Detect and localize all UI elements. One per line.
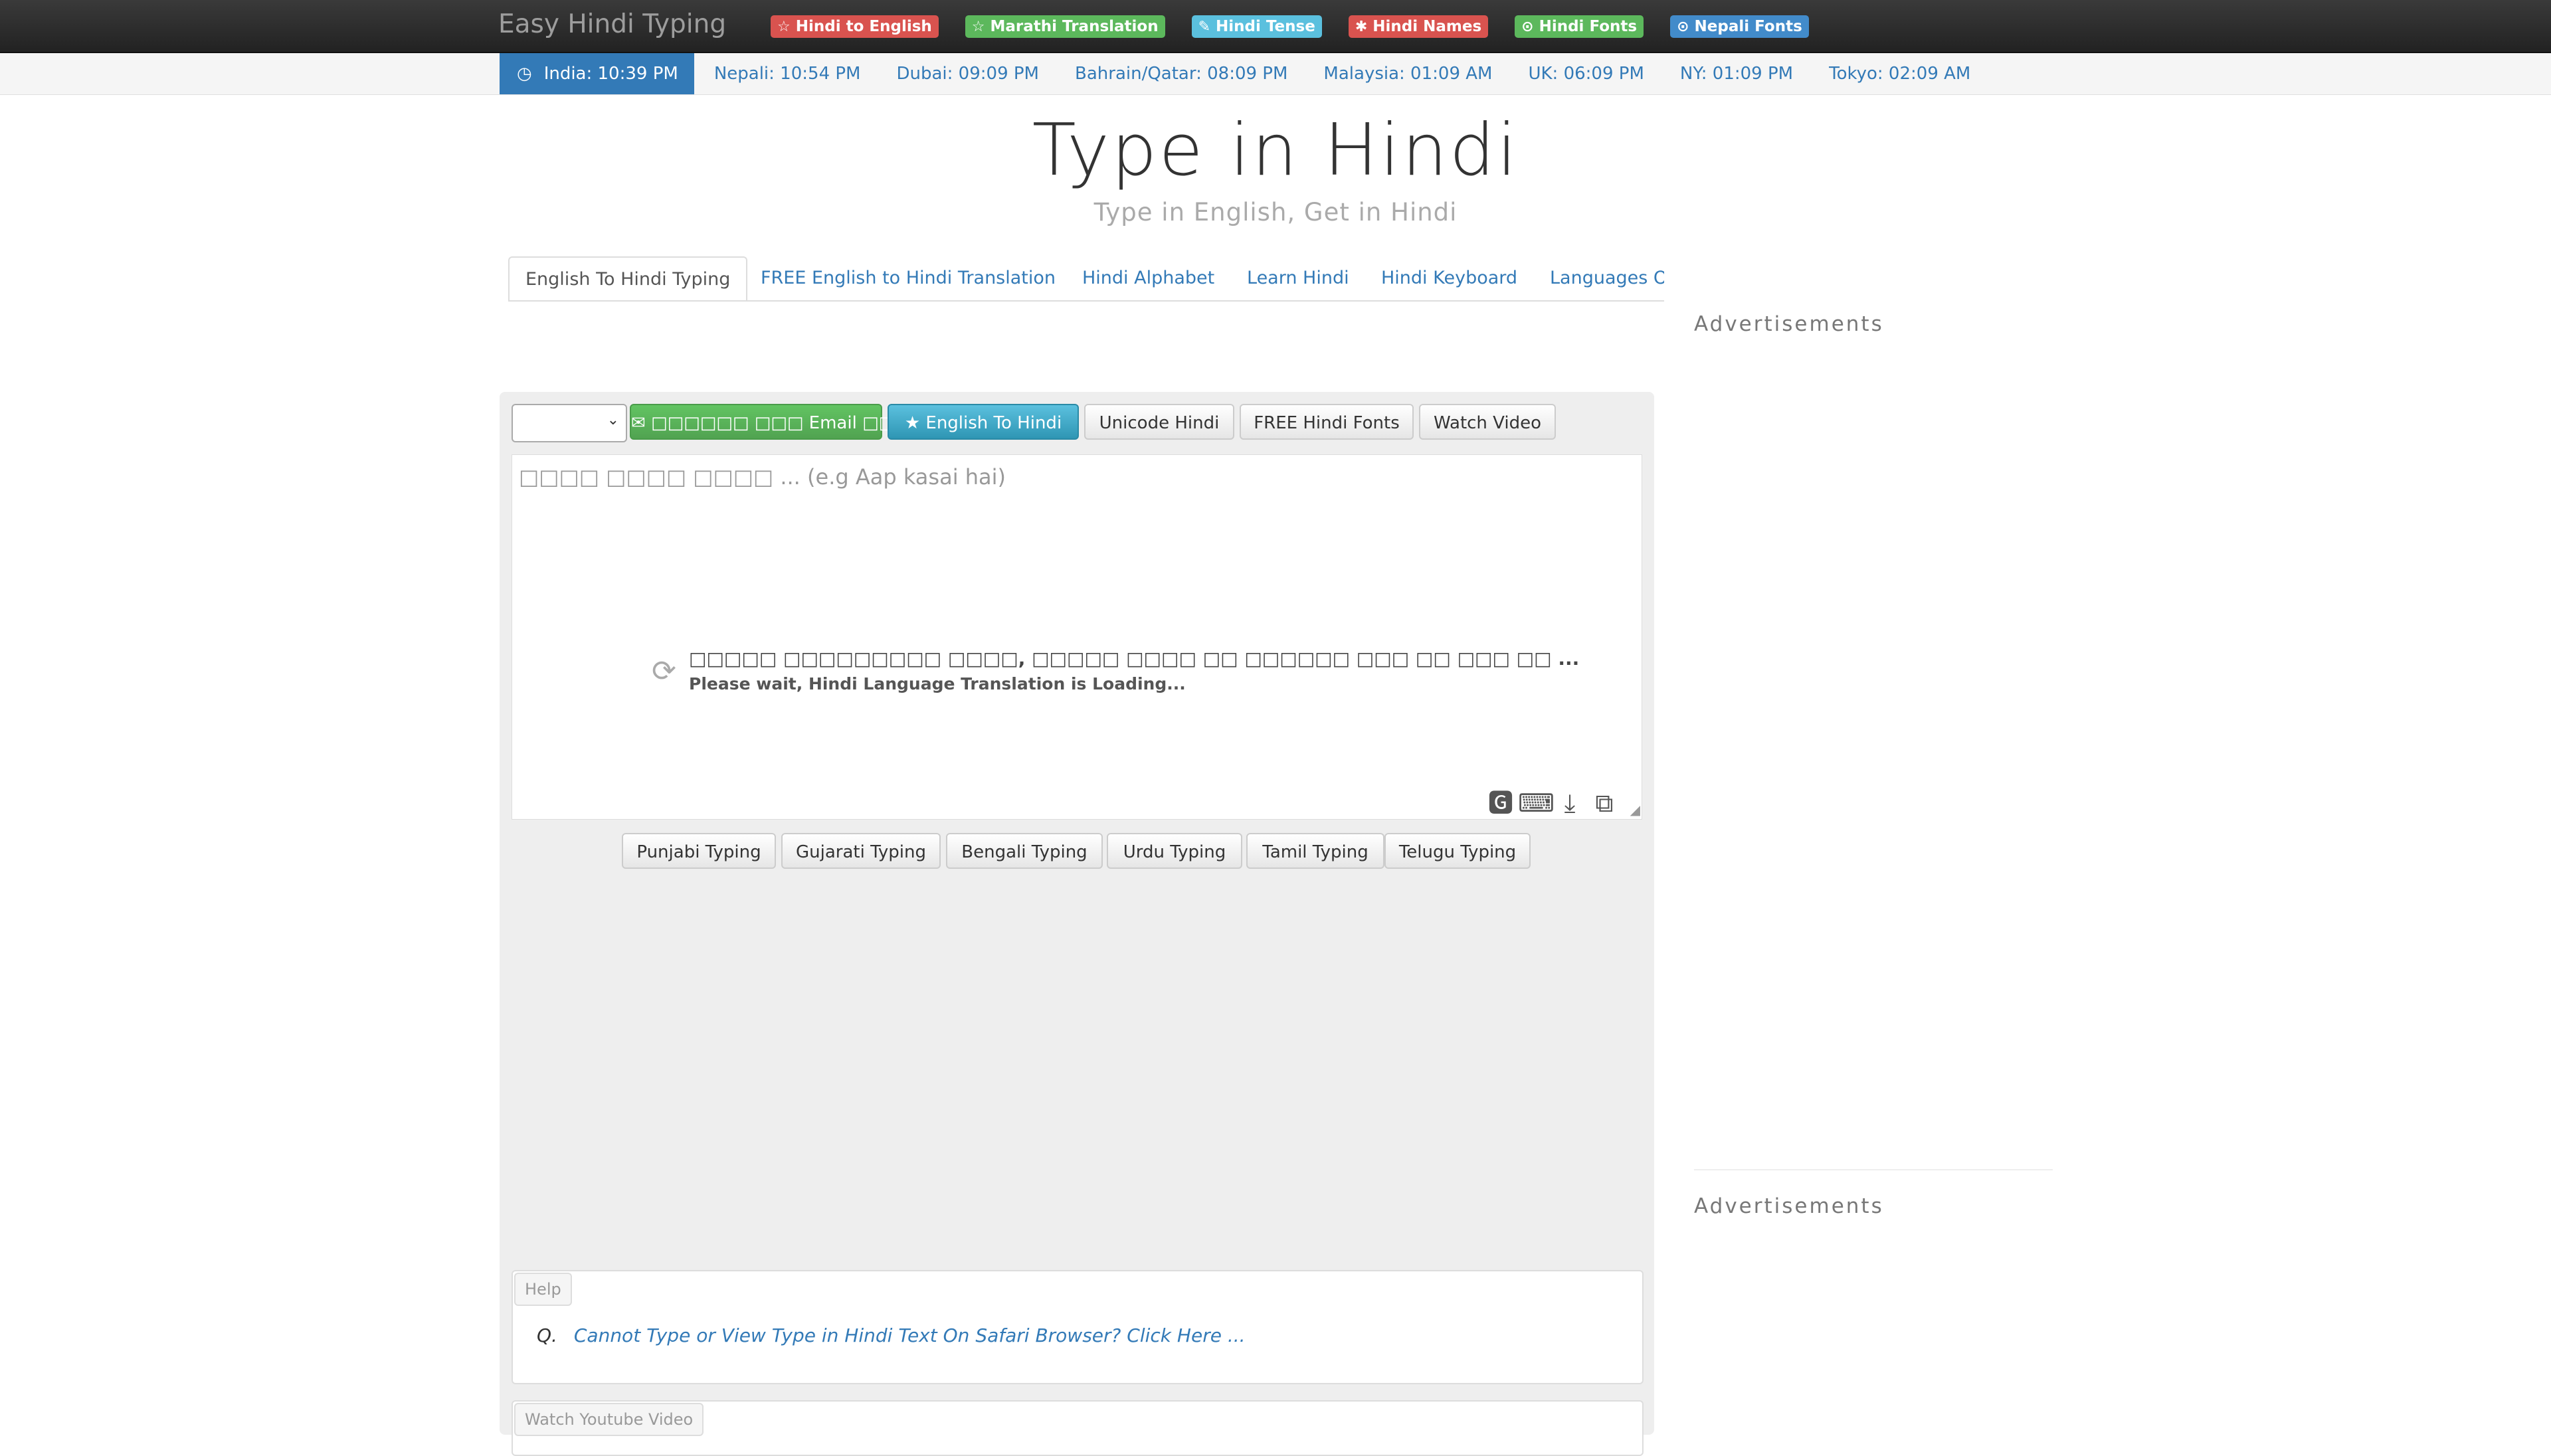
advertisements-heading: Advertisements	[1694, 1194, 1884, 1218]
star-icon: ☆	[777, 18, 791, 35]
chevron-down-icon: ⌄	[607, 412, 619, 428]
punjabi-typing-button[interactable]: Punjabi Typing	[622, 833, 776, 869]
nav-hindi-names[interactable]: ✱ Hindi Names	[1348, 15, 1489, 38]
time-uk[interactable]: UK: 06:09 PM	[1528, 53, 1644, 94]
refresh-icon: ⟳	[652, 654, 676, 688]
gujarati-typing-button[interactable]: Gujarati Typing	[781, 833, 941, 869]
tab-hindi-keyboard[interactable]: Hindi Keyboard	[1381, 256, 1517, 299]
loading-text-english: Please wait, Hindi Language Translation …	[689, 674, 1186, 693]
copy-icon[interactable]: ⧉	[1587, 790, 1622, 816]
time-india[interactable]: ◷ India: 10:39 PM	[500, 53, 694, 94]
english-to-hindi-button[interactable]: ★ English To Hindi	[888, 404, 1079, 440]
download-icon[interactable]: ⤓	[1553, 790, 1587, 816]
time-malaysia[interactable]: Malaysia: 01:09 AM	[1323, 53, 1492, 94]
top-nav: ☆ Hindi to English ☆ Marathi Translation…	[771, 15, 1836, 38]
loading-text-hindi: □□□□□ □□□□□□□□□ □□□□, □□□□□ □□□□ □□ □□□□…	[689, 648, 1580, 670]
nav-hindi-to-english[interactable]: ☆ Hindi to English	[771, 15, 939, 38]
tab-english-to-hindi-translation[interactable]: FREE English to Hindi Translation	[761, 256, 1056, 299]
top-navbar: Easy Hindi Typing ☆ Hindi to English ☆ M…	[0, 0, 2551, 53]
advertisements-heading: Advertisements	[1694, 312, 1884, 336]
time-nepal[interactable]: Nepali: 10:54 PM	[714, 53, 861, 94]
tamil-typing-button[interactable]: Tamil Typing	[1246, 833, 1384, 869]
clock-icon: ◷	[517, 64, 532, 84]
watch-video-button[interactable]: Watch Video	[1419, 404, 1556, 440]
circle-arrow-icon: ⊙	[1677, 18, 1689, 35]
brand-logo[interactable]: Easy Hindi Typing	[498, 8, 726, 41]
time-bar: ◷ India: 10:39 PM Nepali: 10:54 PM Dubai…	[0, 53, 2551, 95]
faq-q-prefix: Q.	[537, 1324, 557, 1346]
nav-hindi-tense[interactable]: ✎ Hindi Tense	[1191, 15, 1322, 38]
youtube-box: Watch Youtube Video	[512, 1400, 1644, 1456]
help-box: Help Q. Cannot Type or View Type in Hind…	[512, 1270, 1644, 1384]
tab-bar: English To Hindi Typing FREE English to …	[508, 256, 1664, 302]
typing-panel: ⌄ ✉ □□□□□□ □□□ Email □□□□ ★ English To H…	[500, 392, 1654, 1456]
hindi-textarea[interactable]: □□□□ □□□□ □□□□ ... (e.g Aap kasai hai) ⟳…	[512, 454, 1642, 820]
language-select[interactable]: ⌄	[512, 404, 627, 442]
star-icon: ☆	[971, 18, 985, 35]
urdu-typing-button[interactable]: Urdu Typing	[1107, 833, 1242, 869]
time-list: ◷ India: 10:39 PM Nepali: 10:54 PM Dubai…	[500, 53, 2006, 94]
editor-icons: 🅶 ⌨ ⤓ ⧉	[1483, 790, 1622, 816]
tab-learn-hindi[interactable]: Learn Hindi	[1247, 256, 1349, 299]
tab-english-to-hindi-typing[interactable]: English To Hindi Typing	[508, 256, 748, 300]
time-tokyo[interactable]: Tokyo: 02:09 AM	[1829, 53, 1970, 94]
google-translate-icon[interactable]: 🅶	[1483, 790, 1518, 816]
tab-hindi-alphabet[interactable]: Hindi Alphabet	[1082, 256, 1214, 299]
asterisk-icon: ✱	[1355, 18, 1368, 35]
time-ny[interactable]: NY: 01:09 PM	[1680, 53, 1793, 94]
youtube-label: Watch Youtube Video	[514, 1403, 704, 1436]
keyboard-icon[interactable]: ⌨	[1518, 790, 1555, 816]
page-subtitle: Type in English, Get in Hindi	[1093, 198, 1458, 227]
resize-handle-icon[interactable]: ◢	[1630, 802, 1640, 818]
bengali-typing-button[interactable]: Bengali Typing	[946, 833, 1103, 869]
nav-nepali-fonts[interactable]: ⊙ Nepali Fonts	[1670, 15, 1809, 38]
ad-divider	[1694, 1169, 2053, 1170]
help-label: Help	[514, 1273, 572, 1306]
telugu-typing-button[interactable]: Telugu Typing	[1384, 833, 1531, 869]
circle-arrow-icon: ⊙	[1521, 18, 1534, 35]
nav-marathi-translation[interactable]: ☆ Marathi Translation	[965, 15, 1165, 38]
pencil-icon: ✎	[1198, 18, 1211, 35]
page-title: Type in Hindi	[1032, 109, 1519, 192]
textarea-placeholder: □□□□ □□□□ □□□□ ... (e.g Aap kasai hai)	[519, 464, 1006, 490]
unicode-hindi-button[interactable]: Unicode Hindi	[1084, 404, 1234, 440]
tab-languages[interactable]: Languages O	[1550, 256, 1664, 299]
faq-item: Q. Cannot Type or View Type in Hindi Tex…	[537, 1324, 1246, 1346]
nav-hindi-fonts[interactable]: ⊙ Hindi Fonts	[1515, 15, 1644, 38]
time-dubai[interactable]: Dubai: 09:09 PM	[897, 53, 1040, 94]
free-hindi-fonts-button[interactable]: FREE Hindi Fonts	[1240, 404, 1414, 440]
time-bahrain-qatar[interactable]: Bahrain/Qatar: 08:09 PM	[1075, 53, 1287, 94]
safari-help-link[interactable]: Cannot Type or View Type in Hindi Text O…	[574, 1324, 1246, 1346]
email-button[interactable]: ✉ □□□□□□ □□□ Email □□□□	[630, 404, 927, 440]
